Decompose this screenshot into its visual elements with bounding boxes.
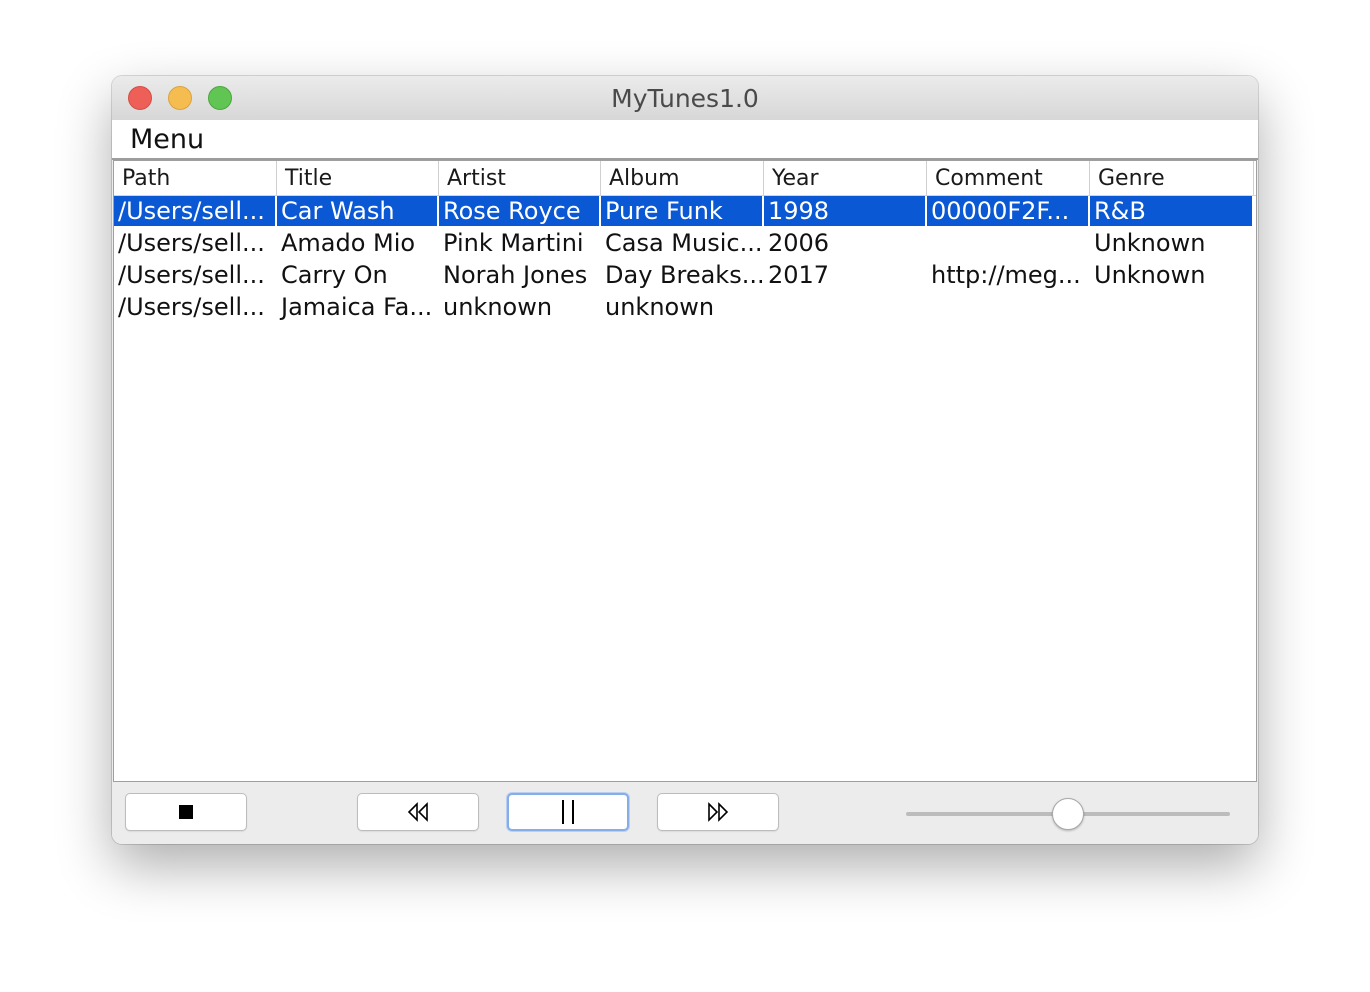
volume-slider-thumb[interactable] [1052, 798, 1084, 830]
pause-button[interactable] [507, 793, 629, 831]
cell-path: /Users/sell... [118, 261, 265, 289]
cell-artist: Pink Martini [443, 229, 584, 257]
cell-genre: Unknown [1094, 261, 1206, 289]
table-row[interactable]: /Users/sell... Car Wash Rose Royce Pure Fun… [114, 196, 1256, 228]
column-header-title[interactable]: Title [277, 161, 439, 195]
rewind-icon [407, 802, 428, 822]
cell-genre [1090, 292, 1252, 322]
cell-comment: http://meg... [931, 261, 1081, 289]
cell-year [764, 292, 925, 322]
cell-genre: R&B [1090, 196, 1252, 226]
title-bar[interactable]: MyTunes1.0 [112, 76, 1258, 121]
cell-comment [927, 228, 1088, 258]
cell-album: Pure Funk [601, 196, 762, 226]
cell-artist: unknown [443, 293, 553, 321]
cell-year: 2017 [768, 261, 830, 289]
cell-album: Casa Music... [605, 229, 762, 257]
cell-comment [927, 292, 1088, 322]
cell-album: Day Breaks... [605, 261, 762, 289]
stop-icon [179, 805, 193, 819]
window-title: MyTunes1.0 [611, 84, 759, 113]
cell-artist: Rose Royce [439, 196, 599, 226]
cell-artist: Norah Jones [443, 261, 588, 289]
cell-path: /Users/sell... [114, 196, 275, 226]
cell-album: unknown [605, 293, 715, 321]
menu-bar: Menu [112, 120, 1258, 160]
cell-path: /Users/sell... [118, 293, 265, 321]
song-table[interactable]: Path Title Artist Album Year Comment Gen… [113, 160, 1257, 782]
column-header-album[interactable]: Album [601, 161, 764, 195]
table-row[interactable]: /Users/sell... Carry On Norah Jones Day Bre… [114, 260, 1256, 292]
stop-button[interactable] [125, 793, 247, 831]
next-button[interactable] [657, 793, 779, 831]
cell-year: 1998 [764, 196, 925, 226]
playback-controls [112, 782, 1258, 844]
cell-title: Carry On [281, 261, 388, 289]
column-header-path[interactable]: Path [114, 161, 277, 195]
cell-path: /Users/sell... [118, 229, 265, 257]
column-header-year[interactable]: Year [764, 161, 927, 195]
table-header: Path Title Artist Album Year Comment Gen… [114, 161, 1256, 196]
column-header-artist[interactable]: Artist [439, 161, 601, 195]
fast-forward-icon [708, 802, 729, 822]
table-row[interactable]: /Users/sell... Amado Mio Pink Martini Casa … [114, 228, 1256, 260]
column-header-genre[interactable]: Genre [1090, 161, 1254, 195]
cell-title: Car Wash [277, 196, 437, 226]
cell-comment: 00000F2F... [927, 196, 1088, 226]
cell-title: Jamaica Fa... [281, 293, 433, 321]
app-window: MyTunes1.0 Menu Path Title Artist Album … [112, 76, 1258, 844]
menu-item-menu[interactable]: Menu [130, 120, 204, 158]
cell-year: 2006 [768, 229, 830, 257]
previous-button[interactable] [357, 793, 479, 831]
pause-icon [562, 800, 574, 824]
table-row[interactable]: /Users/sell... Jamaica Fa... unknown unknow… [114, 292, 1256, 324]
cell-title: Amado Mio [281, 229, 416, 257]
cell-genre: Unknown [1094, 229, 1206, 257]
column-header-comment[interactable]: Comment [927, 161, 1090, 195]
